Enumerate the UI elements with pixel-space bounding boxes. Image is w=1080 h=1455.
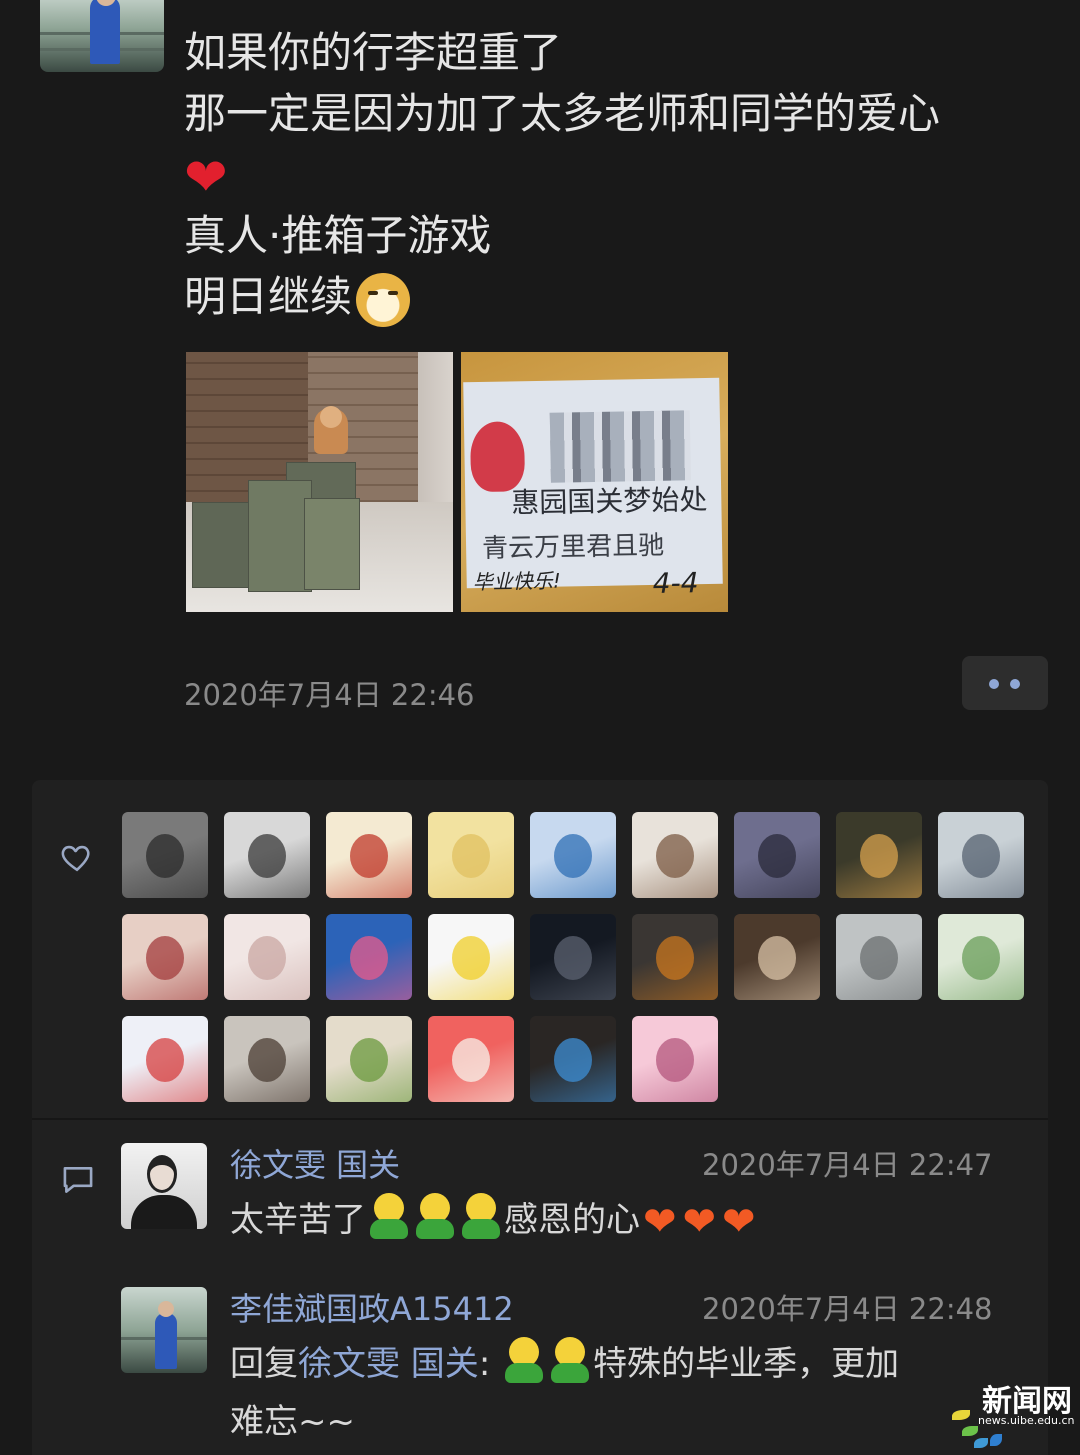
liker-avatar[interactable] (224, 812, 310, 898)
liker-avatar[interactable] (326, 1016, 412, 1102)
comment-bubble-icon (63, 1167, 93, 1193)
photo-graduation-card[interactable]: 惠园国关梦始处 青云万里君且驰 毕业快乐! 4-4 (461, 352, 728, 612)
comment-timestamp: 2020年7月4日 22:47 (702, 1148, 993, 1182)
more-dot-icon (1010, 679, 1020, 689)
post-line-1: 如果你的行李超重了 (184, 28, 563, 77)
liker-avatar[interactable] (326, 914, 412, 1000)
liker-avatar[interactable] (530, 914, 616, 1000)
more-dot-icon (989, 679, 999, 689)
commenter-name[interactable]: 李佳斌国政A15412 (230, 1284, 514, 1330)
post-timestamp: 2020年7月4日 22:46 (184, 678, 475, 712)
liker-avatar[interactable] (122, 1016, 208, 1102)
liker-avatar[interactable] (326, 812, 412, 898)
dog-face-emoji-icon (356, 272, 411, 327)
reply-colon: : (478, 1344, 491, 1384)
card-handwriting-2: 4-4 (652, 566, 699, 600)
site-watermark: 新闻网 news.uibe.edu.cn (952, 1374, 1080, 1455)
liker-avatar[interactable] (938, 812, 1024, 898)
heart-outline-icon (61, 845, 90, 872)
comment-text-part: 特殊的毕业季，更加 (593, 1344, 900, 1384)
reply-prefix: 回复 (230, 1344, 298, 1384)
liker-avatar[interactable] (122, 812, 208, 898)
post-text: 如果你的行李超重了 那一定是因为加了太多老师和同学的爱心 ❤ 真人·推箱子游戏 … (184, 22, 1044, 327)
smiley-emoji-icon (414, 1193, 456, 1239)
card-handwriting-1: 毕业快乐! (472, 568, 561, 595)
liker-avatar[interactable] (428, 914, 514, 1000)
liker-avatar[interactable] (734, 914, 820, 1000)
post-line-2: 那一定是因为加了太多老师和同学的爱心 (184, 89, 941, 138)
card-line-2: 青云万里君且驰 (481, 530, 665, 564)
photo-luggage-boxes[interactable] (186, 352, 453, 612)
liker-avatar[interactable] (938, 914, 1024, 1000)
comment-text-part: 太辛苦了 (230, 1200, 366, 1240)
liker-avatar[interactable] (530, 1016, 616, 1102)
smiley-emoji-icon (503, 1337, 545, 1383)
liker-avatar[interactable] (224, 914, 310, 1000)
liker-avatar[interactable] (530, 812, 616, 898)
orange-heart-emoji-icon: ❤ (682, 1199, 717, 1245)
liker-avatar[interactable] (632, 914, 718, 1000)
orange-heart-emoji-icon: ❤ (643, 1199, 677, 1245)
liker-avatar[interactable] (734, 812, 820, 898)
liker-avatar[interactable] (428, 1016, 514, 1102)
liker-avatar[interactable] (632, 1016, 718, 1102)
reply-to-name[interactable]: 徐文雯 国关 (298, 1344, 479, 1384)
liker-avatar[interactable] (836, 914, 922, 1000)
watermark-url: news.uibe.edu.cn (978, 1414, 1075, 1427)
liker-avatar[interactable] (836, 812, 922, 898)
commenter-name[interactable]: 徐文雯 国关 (230, 1140, 400, 1186)
comment-text-continued: 难忘~~ (230, 1402, 355, 1442)
liker-avatar[interactable] (224, 1016, 310, 1102)
smiley-emoji-icon (368, 1193, 410, 1239)
commenter-avatar[interactable] (121, 1143, 207, 1229)
commenter-avatar[interactable] (121, 1287, 207, 1373)
liker-avatar[interactable] (428, 812, 514, 898)
orange-heart-emoji-icon: ❤ (722, 1199, 756, 1245)
comment-text[interactable]: 回复徐文雯 国关: 特殊的毕业季，更加 (230, 1334, 899, 1394)
more-actions-button[interactable] (962, 656, 1048, 710)
card-line-1: 惠园国关梦始处 (511, 483, 708, 520)
smiley-emoji-icon (460, 1193, 502, 1239)
post-line-4: 明日继续 (184, 272, 353, 321)
smiley-emoji-icon (549, 1337, 591, 1383)
post-line-3: 真人·推箱子游戏 (184, 211, 492, 260)
comment-timestamp: 2020年7月4日 22:48 (702, 1292, 993, 1326)
moments-post-view: 如果你的行李超重了 那一定是因为加了太多老师和同学的爱心 ❤ 真人·推箱子游戏 … (0, 0, 1080, 1455)
poster-avatar[interactable] (40, 0, 164, 72)
red-heart-emoji-icon: ❤ (184, 147, 228, 208)
liker-avatar[interactable] (632, 812, 718, 898)
liker-avatar[interactable] (122, 914, 208, 1000)
comment-text[interactable]: 太辛苦了 感恩的心❤ ❤ ❤ (230, 1190, 759, 1252)
comment-text-part: 感恩的心 (504, 1200, 640, 1240)
